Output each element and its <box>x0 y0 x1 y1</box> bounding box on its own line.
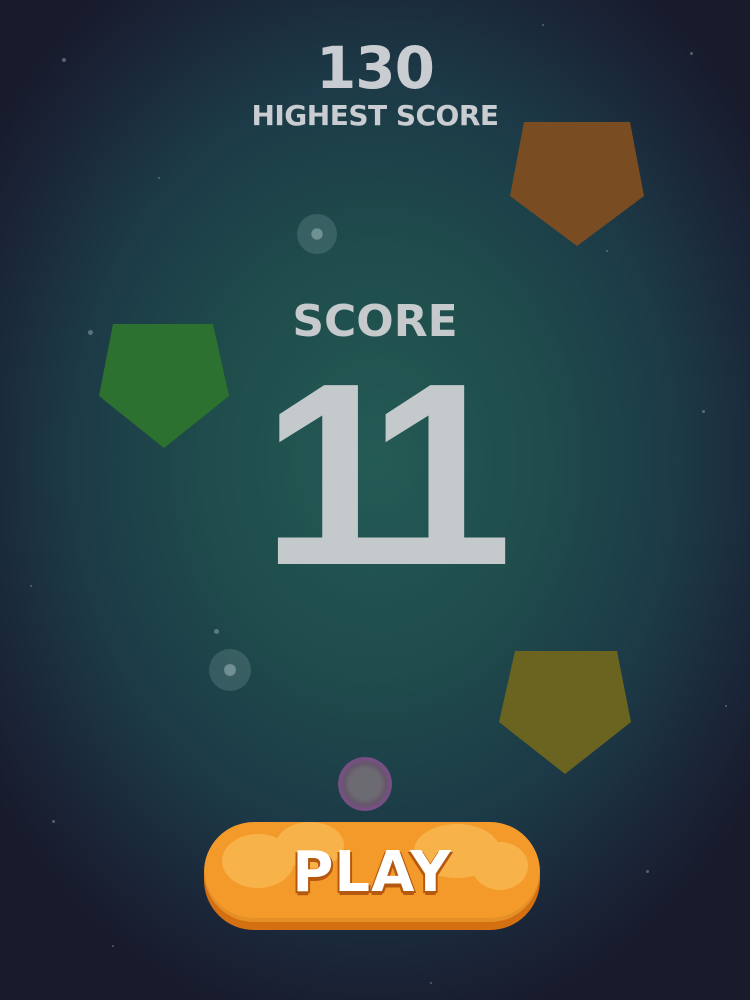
highest-score-value: 130 <box>315 34 435 102</box>
highest-score-panel: 130 HIGHEST SCORE <box>0 36 750 132</box>
player-ball <box>338 757 392 811</box>
floating-orb <box>297 214 337 254</box>
score-value: 11 <box>261 330 513 620</box>
floating-orb <box>209 649 251 691</box>
orange-pentagon <box>510 122 644 246</box>
play-button-label: PLAY <box>292 839 452 905</box>
olive-pentagon <box>499 651 631 774</box>
play-button[interactable]: PLAY <box>204 822 540 922</box>
highest-score-label: HIGHEST SCORE <box>251 99 499 132</box>
